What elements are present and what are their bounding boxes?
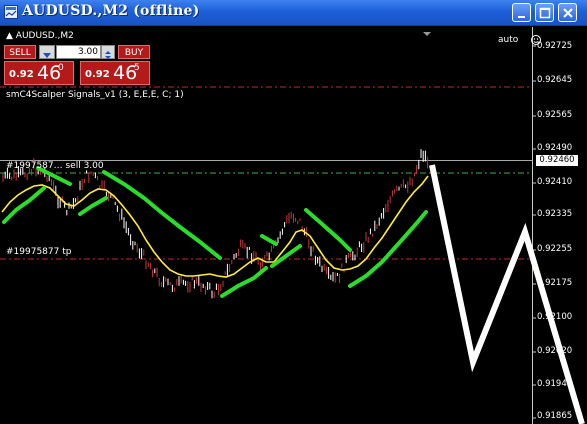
one-click-trading-panel: SELL 3.00 BUY 0.92 46 0 0.92 46 5	[4, 45, 151, 85]
price-axis-label: 0.92645	[537, 75, 573, 85]
order-label: #1997587… sell 3.00	[6, 161, 104, 171]
buy-price-pip: 5	[134, 63, 140, 73]
buy-price-button[interactable]: 0.92 46 5	[80, 61, 150, 85]
sell-price-pip: 0	[58, 63, 64, 73]
symbol-label: ▲ AUDUSD.,M2	[6, 31, 74, 41]
terminal-window: AUDUSD.,M2 (offline) ▲ AUDUSD.,M2 auto s…	[0, 0, 587, 424]
buy-price-prefix: 0.92	[85, 69, 110, 80]
price-axis-label: 0.92255	[537, 244, 573, 254]
stepper-arrows-icon	[105, 51, 111, 59]
price-axis-label: 0.92020	[537, 346, 573, 356]
price-axis-label: 0.92335	[537, 209, 573, 219]
price-axis-label: 0.92565	[537, 110, 573, 120]
sell-price-prefix: 0.92	[9, 69, 34, 80]
price-axis-label: 0.92410	[537, 177, 573, 187]
sell-button[interactable]: SELL	[4, 45, 36, 59]
current-price-label: 0.92460	[536, 155, 578, 166]
lot-size-input[interactable]: 3.00	[56, 45, 101, 59]
chevron-down-icon	[43, 53, 51, 58]
price-axis-label: 0.91865	[537, 411, 573, 421]
shift-marker-icon[interactable]	[423, 32, 431, 36]
price-axis-label: 0.92100	[537, 312, 573, 322]
price-axis-label: 0.92490	[537, 143, 573, 153]
buy-button[interactable]: BUY	[118, 45, 150, 59]
take-profit-label: #19975877 tp	[6, 247, 72, 257]
lot-stepper[interactable]	[101, 45, 115, 59]
sell-price-button[interactable]: 0.92 46 0	[4, 61, 74, 85]
price-axis-label: 0.92725	[537, 41, 573, 51]
signal-lines	[2, 166, 428, 298]
indicator-label: smC4Scalper Signals_v1 (3, E,E,E, C; 1)	[6, 90, 184, 100]
price-axis-label: 0.91940	[537, 379, 573, 389]
price-axis-label: 0.92175	[537, 278, 573, 288]
lot-dropdown[interactable]	[39, 45, 55, 59]
moving-average-line	[1, 175, 429, 278]
auto-label: auto	[498, 35, 519, 45]
